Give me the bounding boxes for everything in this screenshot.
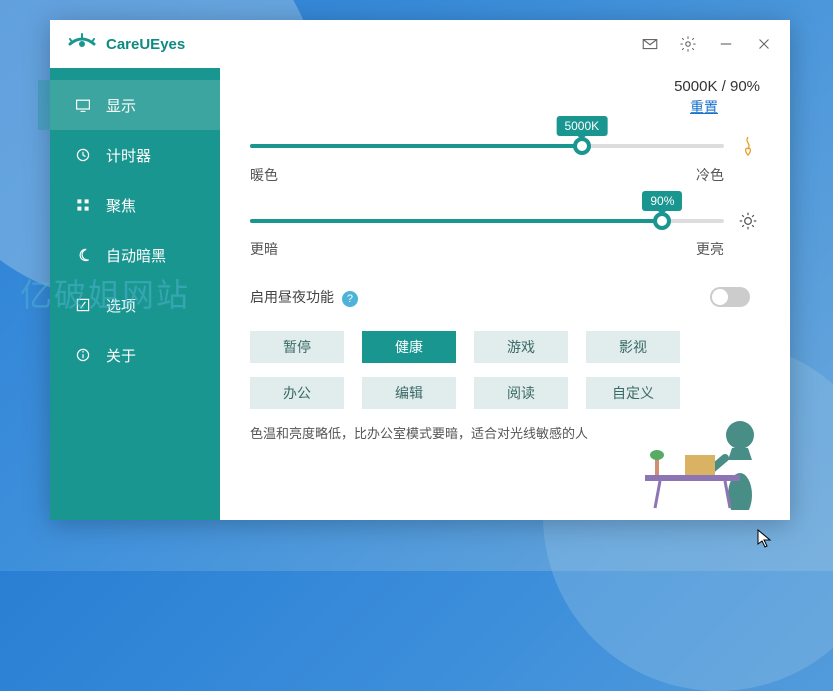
brightness-slider-block: 90% 更暗 更亮	[250, 211, 760, 259]
temperature-badge: 5000K	[556, 116, 607, 136]
brightness-slider[interactable]: 90%	[250, 211, 724, 231]
mode-movie[interactable]: 影视	[586, 331, 680, 363]
temperature-thumb[interactable]	[573, 137, 591, 155]
display-icon	[74, 96, 92, 114]
temp-label-warm: 暖色	[250, 165, 278, 185]
sidebar-item-label: 显示	[106, 95, 136, 116]
mode-office[interactable]: 办公	[250, 377, 344, 409]
main-content: 5000K / 90% 重置 5000K 暖色 冷色	[220, 68, 790, 520]
watermark-text: 亿破姐网站	[20, 270, 190, 316]
sidebar-item-display[interactable]: 显示	[50, 80, 220, 130]
app-title: CareUEyes	[106, 36, 185, 53]
help-icon[interactable]: ?	[342, 291, 358, 307]
flame-icon	[736, 135, 760, 157]
eye-logo-icon	[66, 28, 98, 60]
sidebar-item-label: 关于	[106, 345, 136, 366]
clock-icon	[74, 146, 92, 164]
mode-game[interactable]: 游戏	[474, 331, 568, 363]
info-icon	[74, 346, 92, 364]
temp-label-cold: 冷色	[696, 165, 724, 185]
reset-link[interactable]: 重置	[250, 97, 718, 117]
sun-icon	[736, 211, 760, 231]
gear-icon[interactable]	[678, 34, 698, 54]
app-logo: CareUEyes	[66, 28, 185, 60]
sidebar-item-about[interactable]: 关于	[50, 330, 220, 380]
mode-edit[interactable]: 编辑	[362, 377, 456, 409]
bright-label-light: 更亮	[696, 239, 724, 259]
sidebar-item-label: 聚焦	[106, 195, 136, 216]
sidebar-item-focus[interactable]: 聚焦	[50, 180, 220, 230]
status-text: 5000K / 90%	[250, 78, 760, 95]
illustration	[630, 380, 780, 510]
temperature-slider-block: 5000K 暖色 冷色	[250, 135, 760, 185]
mail-icon[interactable]	[640, 34, 660, 54]
temperature-slider[interactable]: 5000K	[250, 136, 724, 156]
minimize-button[interactable]	[716, 34, 736, 54]
grid-icon	[74, 196, 92, 214]
mode-health[interactable]: 健康	[362, 331, 456, 363]
mouse-cursor	[757, 529, 773, 549]
daynight-toggle[interactable]	[710, 287, 750, 307]
close-button[interactable]	[754, 34, 774, 54]
mode-pause[interactable]: 暂停	[250, 331, 344, 363]
sidebar-item-timer[interactable]: 计时器	[50, 130, 220, 180]
moon-icon	[74, 246, 92, 264]
brightness-badge: 90%	[642, 191, 682, 211]
daynight-label: 启用昼夜功能 ?	[250, 287, 358, 307]
sidebar-item-label: 计时器	[106, 145, 151, 166]
sidebar-item-label: 自动暗黑	[106, 245, 166, 266]
brightness-thumb[interactable]	[653, 212, 671, 230]
bright-label-dark: 更暗	[250, 239, 278, 259]
mode-read[interactable]: 阅读	[474, 377, 568, 409]
title-bar: CareUEyes	[50, 20, 790, 68]
